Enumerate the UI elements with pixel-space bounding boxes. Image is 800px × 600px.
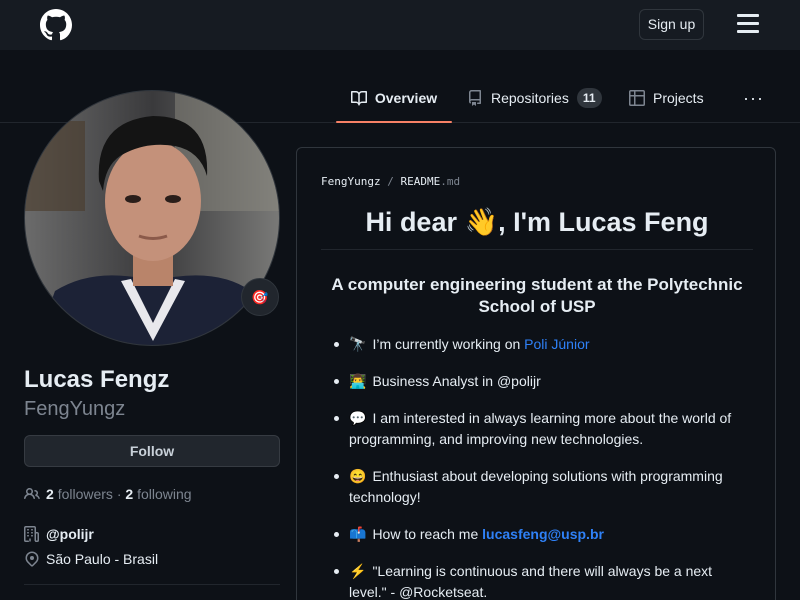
- location: São Paulo - Brasil: [24, 551, 158, 567]
- profile-name: Lucas Fengz: [24, 366, 170, 393]
- smile-icon: 😄: [349, 468, 367, 484]
- repositories-count-badge: 11: [576, 88, 602, 108]
- readme-owner-link[interactable]: FengYungz: [321, 175, 381, 188]
- list-item-text: How to reach me: [372, 526, 483, 542]
- status-badge[interactable]: 🎯: [241, 278, 279, 316]
- profile-username: FengYungz: [24, 398, 126, 420]
- repo-icon: [469, 90, 481, 106]
- followers-summary: 2 followers · 2 following: [24, 486, 192, 502]
- list-item-text: Enthusiast about developing solutions wi…: [349, 468, 723, 505]
- technologist-icon: 👨‍💻: [349, 373, 367, 389]
- followers-link[interactable]: followers: [58, 486, 113, 502]
- site-header: Sign up: [0, 0, 800, 50]
- organization-icon: [24, 526, 39, 542]
- book-icon: [350, 91, 367, 106]
- list-item: ⚡ "Learning is continuous and there will …: [333, 561, 753, 600]
- list-item: 🔭 I’m currently working on Poli Júnior: [333, 334, 753, 355]
- location-label: São Paulo - Brasil: [46, 551, 159, 567]
- speech-bubble-icon: 💬: [349, 410, 367, 426]
- followers-count[interactable]: 2: [46, 486, 54, 502]
- tab-repositories[interactable]: Repositories 11: [467, 74, 602, 122]
- readme-title: Hi dear 👋, I'm Lucas Feng: [365, 207, 709, 237]
- readme-file-ext: .md: [440, 175, 461, 188]
- tab-projects-label: Projects: [653, 90, 704, 106]
- follow-button[interactable]: Follow: [24, 435, 280, 467]
- readme-file-name[interactable]: README: [400, 175, 440, 188]
- organization-label: @polijr: [46, 526, 94, 542]
- tab-projects[interactable]: Projects: [629, 74, 704, 122]
- list-item: 💬 I am interested in always learning more…: [333, 408, 753, 450]
- avatar[interactable]: [24, 90, 280, 346]
- list-item-text: I am interested in always learning more …: [349, 410, 732, 447]
- github-logo-icon[interactable]: [40, 9, 72, 41]
- readme-path: FengYungz / README.md: [321, 175, 460, 188]
- list-item-text: I’m currently working on: [372, 336, 525, 352]
- organization[interactable]: @polijr: [24, 526, 94, 542]
- poli-junior-link[interactable]: Poli Júnior: [524, 336, 589, 352]
- menu-icon[interactable]: [737, 14, 759, 34]
- readme-title-rule: [321, 249, 753, 250]
- lightning-icon: ⚡: [349, 563, 367, 579]
- people-icon: [24, 487, 40, 500]
- location-icon: [25, 551, 39, 567]
- sign-up-button[interactable]: Sign up: [639, 9, 704, 40]
- telescope-icon: 🔭: [349, 336, 367, 352]
- email-link[interactable]: lucasfeng@usp.br: [482, 526, 604, 542]
- tab-repositories-label: Repositories: [491, 90, 569, 106]
- readme-list: 🔭 I’m currently working on Poli Júnior 👨‍…: [333, 334, 753, 600]
- tab-overview[interactable]: Overview: [336, 74, 452, 123]
- list-item-text: "Learning is continuous and there will a…: [349, 563, 713, 600]
- list-item: 📫 How to reach me lucasfeng@usp.br: [333, 524, 753, 545]
- table-icon: [629, 90, 645, 106]
- path-separator: /: [387, 175, 394, 188]
- list-item-text: Business Analyst in @polijr: [372, 373, 541, 389]
- separator: ·: [116, 486, 122, 502]
- readme-subtitle: A computer engineering student at the Po…: [331, 275, 743, 316]
- list-item: 😄 Enthusiast about developing solutions w…: [333, 466, 753, 508]
- readme-card: FengYungz / README.md Hi dear 👋, I'm Luc…: [296, 147, 776, 600]
- more-options-icon[interactable]: ···: [743, 74, 764, 122]
- following-count[interactable]: 2: [125, 486, 133, 502]
- sidebar-divider: [24, 584, 280, 585]
- list-item: 👨‍💻 Business Analyst in @polijr: [333, 371, 753, 392]
- following-link[interactable]: following: [137, 486, 191, 502]
- mailbox-icon: 📫: [349, 526, 367, 542]
- tab-overview-label: Overview: [374, 90, 438, 106]
